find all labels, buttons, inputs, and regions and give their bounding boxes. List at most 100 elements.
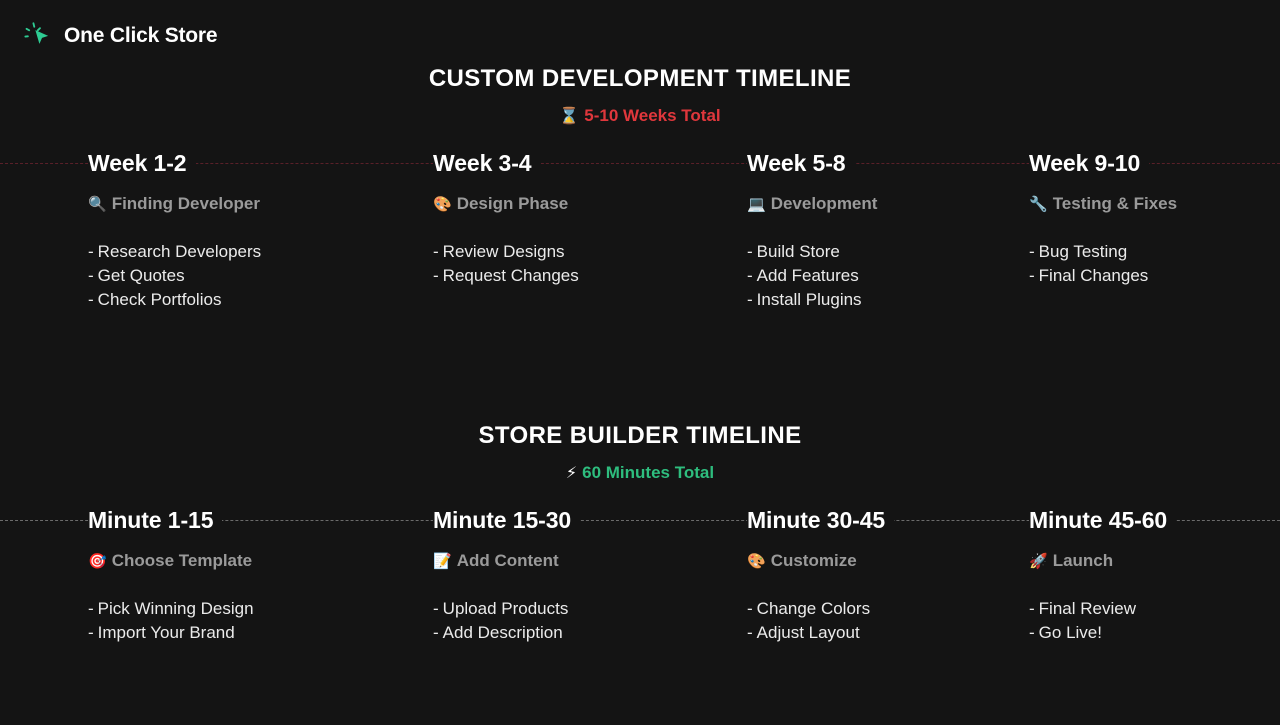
column-item-label: Request Changes	[442, 266, 579, 285]
column-heading: Minute 15-30	[433, 507, 581, 534]
column-item: - Adjust Layout	[747, 621, 1013, 645]
bullet-dash: -	[433, 242, 439, 261]
hourglass-icon: ⌛	[559, 106, 580, 125]
section-custom-development: CUSTOM DEVELOPMENT TIMELINE ⌛ 5-10 Weeks …	[0, 64, 1280, 312]
column-item: - Review Designs	[433, 240, 731, 264]
column-item-label: Add Description	[442, 623, 563, 642]
column-item-label: Final Review	[1038, 599, 1136, 618]
column-item: - Check Portfolios	[88, 288, 417, 312]
column-heading: Week 9-10	[1029, 150, 1150, 177]
palette-icon: 🎨	[747, 552, 766, 570]
column-sub-label-text: Customize	[770, 551, 857, 570]
column-item: - Research Developers	[88, 240, 417, 264]
column-item: - Final Review	[1029, 597, 1264, 621]
bullet-dash: -	[88, 242, 94, 261]
column-sub-label: 💻 Development	[747, 193, 1013, 215]
column-sub-label-text: Add Content	[456, 551, 559, 570]
column-item: - Pick Winning Design	[88, 597, 417, 621]
bullet-dash: -	[1029, 266, 1035, 285]
column-sub-label: 🚀 Launch	[1029, 550, 1264, 572]
column-sub-label: 🔧 Testing & Fixes	[1029, 193, 1264, 215]
timeline-column-week-5-8: Week 5-8 💻 Development - Build Store - Add F…	[747, 150, 1029, 312]
bullet-dash: -	[1029, 242, 1035, 261]
timeline-column-minute-15-30: Minute 15-30 📝 Add Content - Upload Produc…	[433, 507, 747, 645]
timeline-column-week-9-10: Week 9-10 🔧 Testing & Fixes - Bug Testing -…	[1029, 150, 1280, 288]
column-item-label: Go Live!	[1038, 623, 1102, 642]
column-item-label: Adjust Layout	[756, 623, 860, 642]
column-heading: Minute 30-45	[747, 507, 895, 534]
column-item: - Request Changes	[433, 264, 731, 288]
column-item-list: - Bug Testing - Final Changes	[1029, 240, 1264, 288]
column-item-label: Review Designs	[442, 242, 565, 261]
column-item-label: Change Colors	[756, 599, 871, 618]
column-item: - Upload Products	[433, 597, 731, 621]
column-sub-label-text: Launch	[1052, 551, 1114, 570]
bullet-dash: -	[1029, 599, 1035, 618]
section-title: STORE BUILDER TIMELINE	[478, 422, 802, 449]
column-sub-label-text: Design Phase	[456, 194, 569, 213]
column-sub-label-text: Finding Developer	[111, 194, 260, 213]
timeline-column-week-1-2: Week 1-2 🔍 Finding Developer - Research De…	[88, 150, 433, 312]
timeline-store-builder: Minute 1-15 🎯 Choose Template - Pick Winni…	[0, 507, 1280, 645]
lightning-bolt-icon: ⚡	[565, 463, 578, 482]
bullet-dash: -	[88, 266, 94, 285]
bullet-dash: -	[747, 266, 753, 285]
column-spacer	[0, 150, 88, 151]
column-sub-label: 📝 Add Content	[433, 550, 731, 572]
column-heading: Minute 45-60	[1029, 507, 1177, 534]
column-item: - Final Changes	[1029, 264, 1264, 288]
column-item-label: Bug Testing	[1038, 242, 1128, 261]
rocket-icon: 🚀	[1029, 552, 1048, 570]
column-item-label: Build Store	[756, 242, 840, 261]
cursor-click-icon	[24, 22, 49, 44]
bullet-dash: -	[747, 290, 753, 309]
timeline-custom-development: Week 1-2 🔍 Finding Developer - Research De…	[0, 150, 1280, 312]
column-item: - Install Plugins	[747, 288, 1013, 312]
timeline-column-week-3-4: Week 3-4 🎨 Design Phase - Review Designs - R…	[433, 150, 747, 288]
column-item-label: Research Developers	[97, 242, 262, 261]
section-store-builder: STORE BUILDER TIMELINE ⚡ 60 Minutes Total…	[0, 421, 1280, 645]
section-subtitle: ⚡ 60 Minutes Total	[0, 461, 1280, 485]
column-item-label: Get Quotes	[97, 266, 185, 285]
column-item-label: Pick Winning Design	[97, 599, 254, 618]
column-sub-label-text: Testing & Fixes	[1052, 194, 1178, 213]
column-item: - Bug Testing	[1029, 240, 1264, 264]
column-heading: Minute 1-15	[88, 507, 223, 534]
bullet-dash: -	[433, 266, 439, 285]
bullet-dash: -	[88, 290, 94, 309]
column-item-label: Upload Products	[442, 599, 569, 618]
bullet-dash: -	[747, 242, 753, 261]
bullet-dash: -	[1029, 623, 1035, 642]
section-subtitle-text: 5-10 Weeks Total	[584, 106, 721, 125]
column-spacer	[0, 507, 88, 508]
column-item: - Add Description	[433, 621, 731, 645]
section-subtitle-text: 60 Minutes Total	[582, 463, 715, 482]
column-heading: Week 5-8	[747, 150, 855, 177]
bullet-dash: -	[433, 599, 439, 618]
column-sub-label: 🔍 Finding Developer	[88, 193, 417, 215]
bullet-dash: -	[747, 623, 753, 642]
column-item-list: - Pick Winning Design - Import Your Brand	[88, 597, 417, 645]
column-sub-label-text: Choose Template	[111, 551, 253, 570]
column-item-label: Check Portfolios	[97, 290, 222, 309]
column-item-list: - Change Colors - Adjust Layout	[747, 597, 1013, 645]
bullet-dash: -	[747, 599, 753, 618]
column-item: - Build Store	[747, 240, 1013, 264]
column-item-list: - Review Designs - Request Changes	[433, 240, 731, 288]
laptop-icon: 💻	[747, 195, 766, 213]
bullet-dash: -	[88, 623, 94, 642]
palette-icon: 🎨	[433, 195, 452, 213]
brand-header: One Click Store	[24, 20, 218, 50]
column-item-label: Final Changes	[1038, 266, 1149, 285]
column-item-list: - Final Review - Go Live!	[1029, 597, 1264, 645]
column-item: - Import Your Brand	[88, 621, 417, 645]
column-item: - Go Live!	[1029, 621, 1264, 645]
column-item-list: - Research Developers - Get Quotes - Check Po…	[88, 240, 417, 312]
column-item-list: - Upload Products - Add Description	[433, 597, 731, 645]
column-item-label: Import Your Brand	[97, 623, 235, 642]
section-subtitle: ⌛ 5-10 Weeks Total	[0, 104, 1280, 128]
magnifying-glass-icon: 🔍	[88, 195, 107, 213]
column-item-label: Add Features	[756, 266, 859, 285]
wrench-icon: 🔧	[1029, 195, 1048, 213]
timeline-column-minute-45-60: Minute 45-60 🚀 Launch - Final Review - Go Li…	[1029, 507, 1280, 645]
